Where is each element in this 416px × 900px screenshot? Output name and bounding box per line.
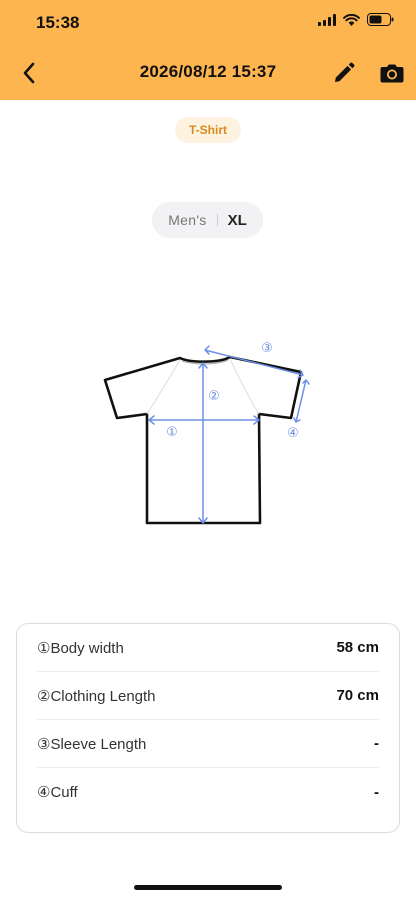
battery-icon — [367, 13, 394, 26]
edit-button[interactable] — [329, 58, 359, 88]
raglan-seam-right — [229, 358, 260, 415]
sleeve-line — [204, 345, 304, 379]
measurement-row: ④Cuff - — [37, 768, 379, 816]
status-icons — [318, 13, 394, 26]
measurement-label: ①Body width — [37, 639, 124, 657]
tshirt-diagram: ① ② ③ ④ — [103, 341, 310, 525]
measurement-row: ②Clothing Length 70 cm — [37, 672, 379, 720]
marker-length: ② — [208, 389, 220, 404]
gender-label: Men's — [168, 212, 207, 228]
measurement-value: 58 cm — [336, 639, 379, 656]
measurement-row: ①Body width 58 cm — [37, 624, 379, 672]
body-width-line — [148, 415, 260, 425]
raglan-seam-left — [146, 359, 181, 415]
camera-button[interactable] — [377, 58, 407, 88]
marker-body-width: ① — [166, 425, 178, 440]
marker-sleeve: ③ — [261, 341, 273, 356]
measurement-value: - — [374, 783, 379, 801]
measurements-card: ①Body width 58 cm ②Clothing Length 70 cm… — [16, 623, 400, 833]
measurement-value: - — [374, 735, 379, 752]
marker-cuff: ④ — [287, 426, 299, 441]
size-selector[interactable]: Men's XL — [152, 202, 263, 238]
measurement-row: ③Sleeve Length - — [37, 720, 379, 768]
measurement-value: 70 cm — [336, 687, 379, 704]
measurement-label: ③Sleeve Length — [37, 735, 147, 753]
signal-icon — [318, 13, 336, 26]
length-line — [198, 362, 208, 524]
header-bar: 15:38 2026/08/12 15:37 — [0, 0, 416, 100]
measurement-label: ②Clothing Length — [37, 687, 156, 705]
cuff-line — [293, 379, 310, 423]
wifi-icon — [343, 13, 360, 26]
category-chip: T-Shirt — [175, 117, 241, 143]
size-value: XL — [227, 211, 247, 229]
status-time: 15:38 — [36, 13, 80, 32]
pill-divider — [216, 214, 218, 226]
measurement-label: ④Cuff — [37, 784, 78, 801]
camera-icon — [380, 64, 404, 83]
home-indicator — [134, 885, 282, 890]
edit-icon — [335, 62, 355, 82]
